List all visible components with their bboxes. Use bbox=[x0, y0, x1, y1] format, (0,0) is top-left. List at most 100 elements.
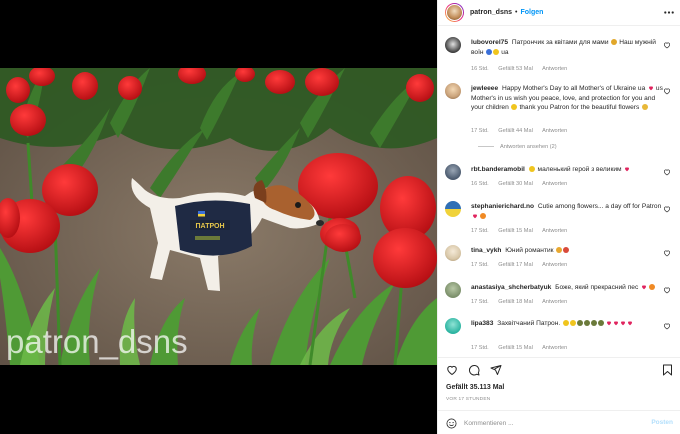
heart-outline-icon[interactable] bbox=[446, 364, 458, 376]
comment-username[interactable]: lipa383 bbox=[471, 320, 493, 327]
comment-like-heart-icon[interactable] bbox=[663, 87, 671, 95]
comment-meta: 17 Std. Gefällt 18 Mal Antworten bbox=[471, 299, 575, 305]
comment-text-cont2: thank you Patron for the beautiful flowe… bbox=[519, 104, 640, 111]
post-timestamp[interactable]: VOR 17 STUNDEN bbox=[446, 397, 490, 402]
comments-list[interactable]: lubovorel75 Патрончик за квітами для мам… bbox=[438, 27, 680, 357]
flag-ua-label: ua bbox=[501, 48, 509, 56]
red-heart-emoji-icon bbox=[628, 321, 633, 326]
comment-meta: 17 Std. Gefällt 17 Mal Antworten bbox=[471, 262, 575, 268]
comment-body: lipa383 Захвітчаний Патрон. bbox=[471, 319, 663, 329]
comment-text: Юний романтик bbox=[505, 247, 554, 254]
comment-likes[interactable]: Gefällt 15 Mal bbox=[498, 345, 533, 351]
comment-username[interactable]: jewleeee bbox=[471, 85, 498, 92]
rose-emoji-icon bbox=[562, 247, 569, 253]
comment-likes[interactable]: Gefällt 53 Mal bbox=[498, 66, 533, 72]
more-horizontal-icon[interactable] bbox=[664, 9, 674, 15]
paper-plane-icon[interactable] bbox=[490, 364, 502, 376]
comment-username[interactable]: stephanierichard.no bbox=[471, 203, 534, 210]
dog-emoji-icon bbox=[576, 320, 583, 326]
post-side-panel: patron_dsns • Folgen lubovorel75 Патронч… bbox=[437, 0, 680, 434]
comment-meta: 17 Std. Gefällt 15 Mal Antworten bbox=[471, 228, 575, 234]
comment-avatar[interactable] bbox=[445, 318, 461, 334]
replies-divider bbox=[478, 146, 494, 148]
red-heart-emoji-icon bbox=[624, 167, 629, 172]
comment-username[interactable]: lubovorel75 bbox=[471, 39, 508, 46]
comment-reply-button[interactable]: Antworten bbox=[542, 128, 567, 134]
comment-text: маленький герой з великим bbox=[537, 166, 622, 173]
comment-time: 16 Std. bbox=[471, 66, 489, 72]
comment-body: jewleeee Happy Mother's Day to all Mothe… bbox=[471, 84, 663, 113]
comment-username[interactable]: anastasiya_shcherbatyuk bbox=[471, 284, 551, 291]
comment-avatar[interactable] bbox=[445, 201, 461, 217]
bouquet-emoji-icon bbox=[555, 247, 562, 253]
comment-like-heart-icon[interactable] bbox=[663, 249, 671, 257]
smiley-icon[interactable] bbox=[446, 418, 457, 431]
post-like-count[interactable]: Gefällt 35.113 Mal bbox=[446, 384, 504, 391]
comment-like-heart-icon[interactable] bbox=[663, 168, 671, 176]
author-avatar[interactable] bbox=[445, 3, 464, 22]
comment-reply-button[interactable]: Antworten bbox=[542, 66, 567, 72]
comment-time: 17 Std. bbox=[471, 262, 489, 268]
vest-label: ПАТРОН bbox=[195, 223, 224, 230]
post-media[interactable]: ПАТРОН patron_dsns bbox=[0, 0, 437, 434]
comment-meta: 17 Std. Gefällt 44 Mal Antworten bbox=[471, 128, 575, 134]
comment-avatar[interactable] bbox=[445, 164, 461, 180]
blue-heart-emoji-icon bbox=[485, 48, 492, 55]
comment-like-heart-icon[interactable] bbox=[663, 205, 671, 213]
post-comment-button[interactable]: Posten bbox=[651, 419, 673, 426]
comment-like-heart-icon[interactable] bbox=[663, 286, 671, 294]
view-replies-button[interactable]: Antworten ansehen (2) bbox=[478, 144, 557, 150]
comment-likes[interactable]: Gefällt 17 Mal bbox=[498, 262, 533, 268]
comment-likes[interactable]: Gefällt 18 Mal bbox=[498, 299, 533, 305]
comment-bubble-icon[interactable] bbox=[468, 364, 480, 376]
view-replies-label: Antworten ansehen (2) bbox=[500, 144, 557, 150]
comment-like-heart-icon[interactable] bbox=[663, 41, 671, 49]
yellow-heart-emoji-icon bbox=[492, 48, 499, 55]
comment-input[interactable] bbox=[464, 417, 644, 429]
comment-avatar[interactable] bbox=[445, 37, 461, 53]
bouquet-emoji-icon bbox=[641, 104, 648, 110]
heart-eyes-emoji-icon bbox=[649, 284, 656, 290]
comment-username[interactable]: tina_vykh bbox=[471, 247, 501, 254]
comment-likes[interactable]: Gefällt 30 Mal bbox=[498, 181, 533, 187]
comment-likes[interactable]: Gefällt 15 Mal bbox=[498, 228, 533, 234]
comment-meta: 16 Std. Gefällt 30 Mal Antworten bbox=[471, 181, 575, 187]
smile-emoji-icon bbox=[511, 104, 518, 110]
header-dot-separator: • bbox=[515, 9, 518, 16]
comment-text: Боже, який прекрасний пес bbox=[555, 284, 639, 291]
comment-body: stephanierichard.no Cutie among flowers.… bbox=[471, 202, 663, 221]
photo-watermark: patron_dsns bbox=[6, 323, 188, 360]
comment-text: Cutie among flowers... a day off for Pat… bbox=[537, 203, 662, 210]
red-heart-emoji-icon bbox=[472, 213, 477, 218]
clap-emoji-icon bbox=[569, 320, 576, 326]
comment-likes[interactable]: Gefällt 44 Mal bbox=[498, 128, 533, 134]
clap-emoji-icon bbox=[562, 320, 569, 326]
follow-button[interactable]: Folgen bbox=[520, 9, 543, 16]
comment-reply-button[interactable]: Antworten bbox=[542, 345, 567, 351]
dog-tulips-image: ПАТРОН bbox=[0, 68, 437, 365]
comment-reply-button[interactable]: Antworten bbox=[542, 228, 567, 234]
action-icons-group bbox=[446, 364, 502, 376]
comment-body: lubovorel75 Патрончик за квітами для мам… bbox=[471, 38, 663, 57]
comment-time: 17 Std. bbox=[471, 345, 489, 351]
comment-reply-button[interactable]: Antworten bbox=[542, 262, 567, 268]
comment-reply-button[interactable]: Antworten bbox=[542, 181, 567, 187]
comment-time: 16 Std. bbox=[471, 181, 489, 187]
dog-emoji-icon bbox=[590, 320, 597, 326]
post-actions-bar: Gefällt 35.113 Mal VOR 17 STUNDEN Posten bbox=[438, 357, 680, 434]
comment-avatar[interactable] bbox=[445, 282, 461, 298]
comment-avatar[interactable] bbox=[445, 83, 461, 99]
bookmark-icon[interactable] bbox=[662, 364, 673, 376]
comment-username[interactable]: rbt.banderamobil bbox=[471, 166, 525, 173]
comment-like-heart-icon[interactable] bbox=[663, 322, 671, 330]
comment-reply-button[interactable]: Antworten bbox=[542, 299, 567, 305]
dog-emoji-icon bbox=[597, 320, 604, 326]
author-username[interactable]: patron_dsns bbox=[470, 9, 512, 16]
red-heart-emoji-icon bbox=[621, 321, 626, 326]
comment-meta: 17 Std. Gefällt 15 Mal Antworten bbox=[471, 345, 575, 351]
comment-body: anastasiya_shcherbatyuk Боже, який прекр… bbox=[471, 283, 663, 293]
comment-avatar[interactable] bbox=[445, 245, 461, 261]
comment-body: rbt.banderamobil маленький герой з велик… bbox=[471, 165, 663, 175]
post-photo[interactable]: ПАТРОН patron_dsns bbox=[0, 68, 437, 365]
face-emoji-icon bbox=[529, 166, 536, 172]
